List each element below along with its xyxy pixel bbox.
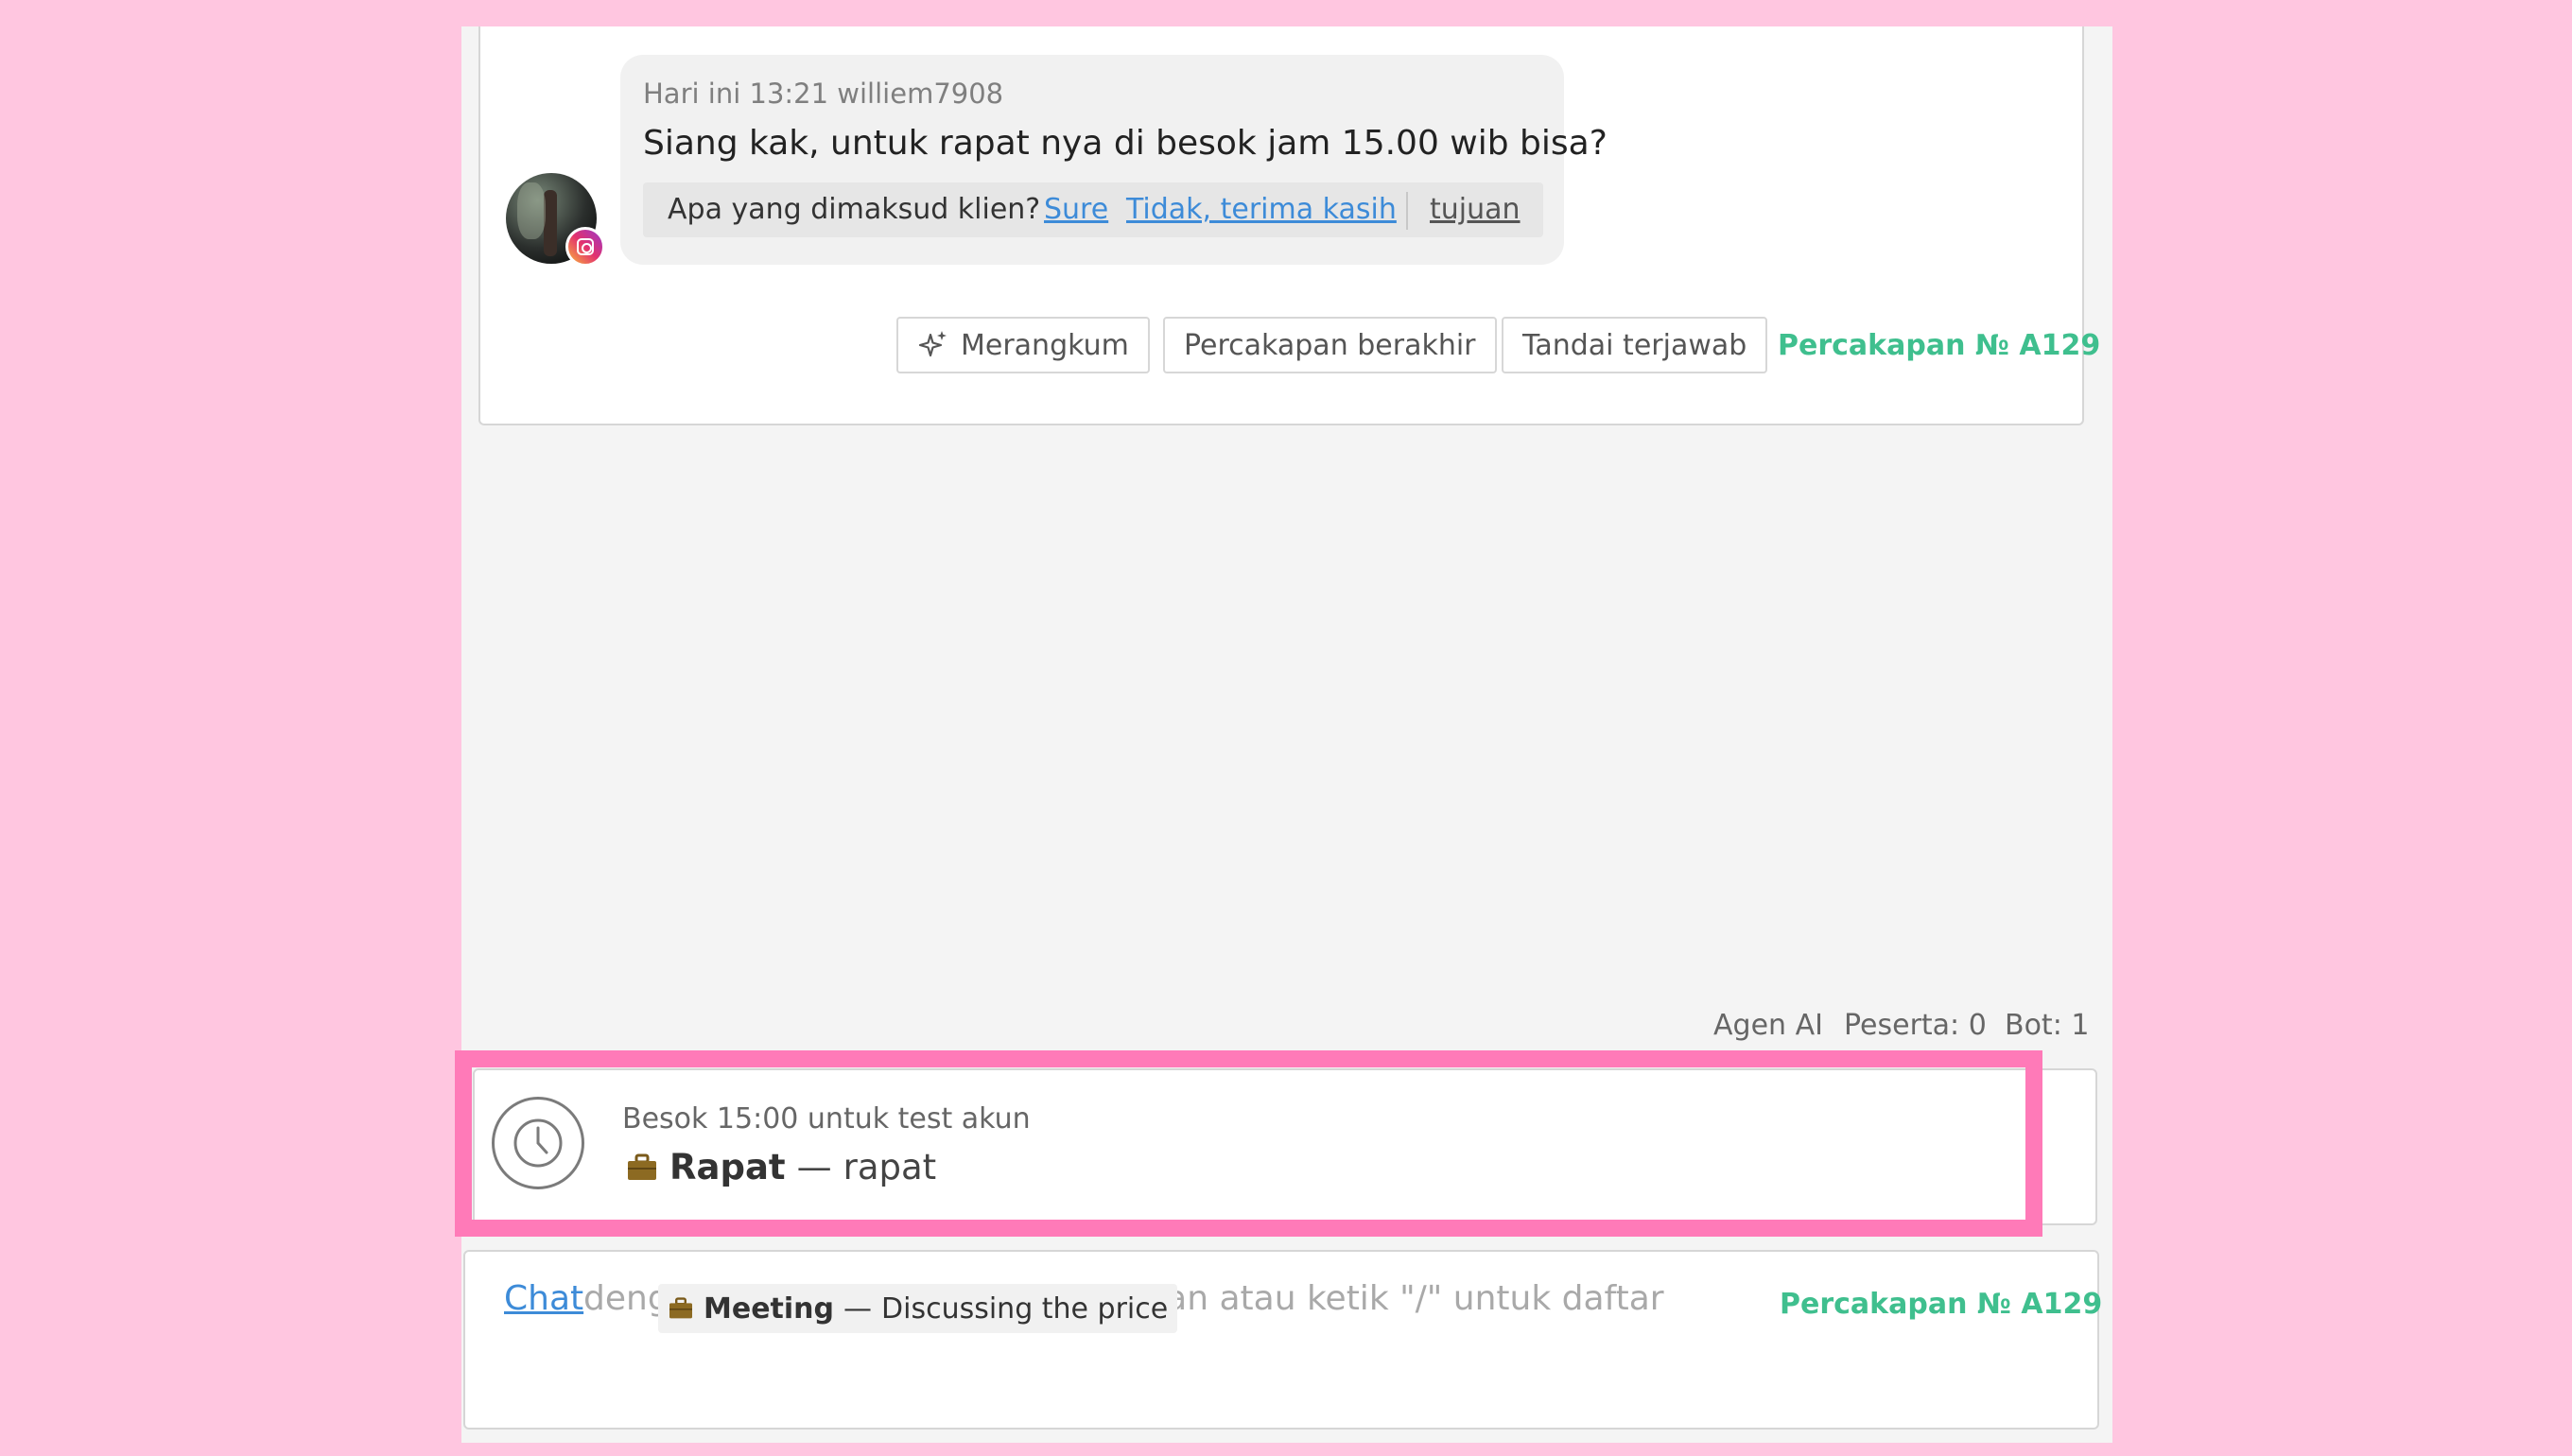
message-composer[interactable]: [463, 1250, 2099, 1430]
message-meta: Hari ini 13:21 williem7908: [643, 78, 1004, 110]
bot-count: Bot: 1: [2005, 1009, 2090, 1042]
intent-purpose-link[interactable]: tujuan: [1430, 193, 1521, 226]
tooltip-separator: —: [843, 1291, 873, 1326]
conversation-id[interactable]: Percakapan № A129: [1778, 329, 2100, 362]
message-text: Siang kak, untuk rapat nya di besok jam …: [643, 124, 1608, 163]
mark-answered-label: Tandai terjawab: [1522, 328, 1747, 362]
task-tooltip: Meeting — Discussing the price: [658, 1284, 1178, 1333]
end-conversation-label: Percakapan berakhir: [1184, 328, 1476, 362]
participants-count: Peserta: 0: [1844, 1009, 1987, 1042]
task-highlight-box: [455, 1050, 2042, 1237]
intent-option-sure[interactable]: Sure: [1044, 193, 1108, 226]
briefcase-icon: [669, 1297, 692, 1319]
instagram-icon: [565, 227, 605, 267]
intent-option-no[interactable]: Tidak, terima kasih: [1126, 193, 1397, 226]
end-conversation-button[interactable]: Percakapan berakhir: [1163, 317, 1497, 373]
divider: [1406, 192, 1408, 230]
chat-link[interactable]: Chat: [504, 1279, 583, 1318]
composer-conversation-id[interactable]: Percakapan № A129: [1780, 1288, 2102, 1321]
sparkle-icon: [918, 331, 947, 357]
mark-answered-button[interactable]: Tandai terjawab: [1502, 317, 1768, 373]
intent-question: Apa yang dimaksud klien?: [668, 193, 1041, 226]
tooltip-title: Meeting: [704, 1291, 835, 1326]
summarize-button[interactable]: Merangkum: [896, 317, 1150, 373]
summarize-label: Merangkum: [961, 328, 1129, 362]
tooltip-description: Discussing the price: [881, 1291, 1169, 1326]
ai-agent-label: Agen AI: [1713, 1009, 1823, 1042]
